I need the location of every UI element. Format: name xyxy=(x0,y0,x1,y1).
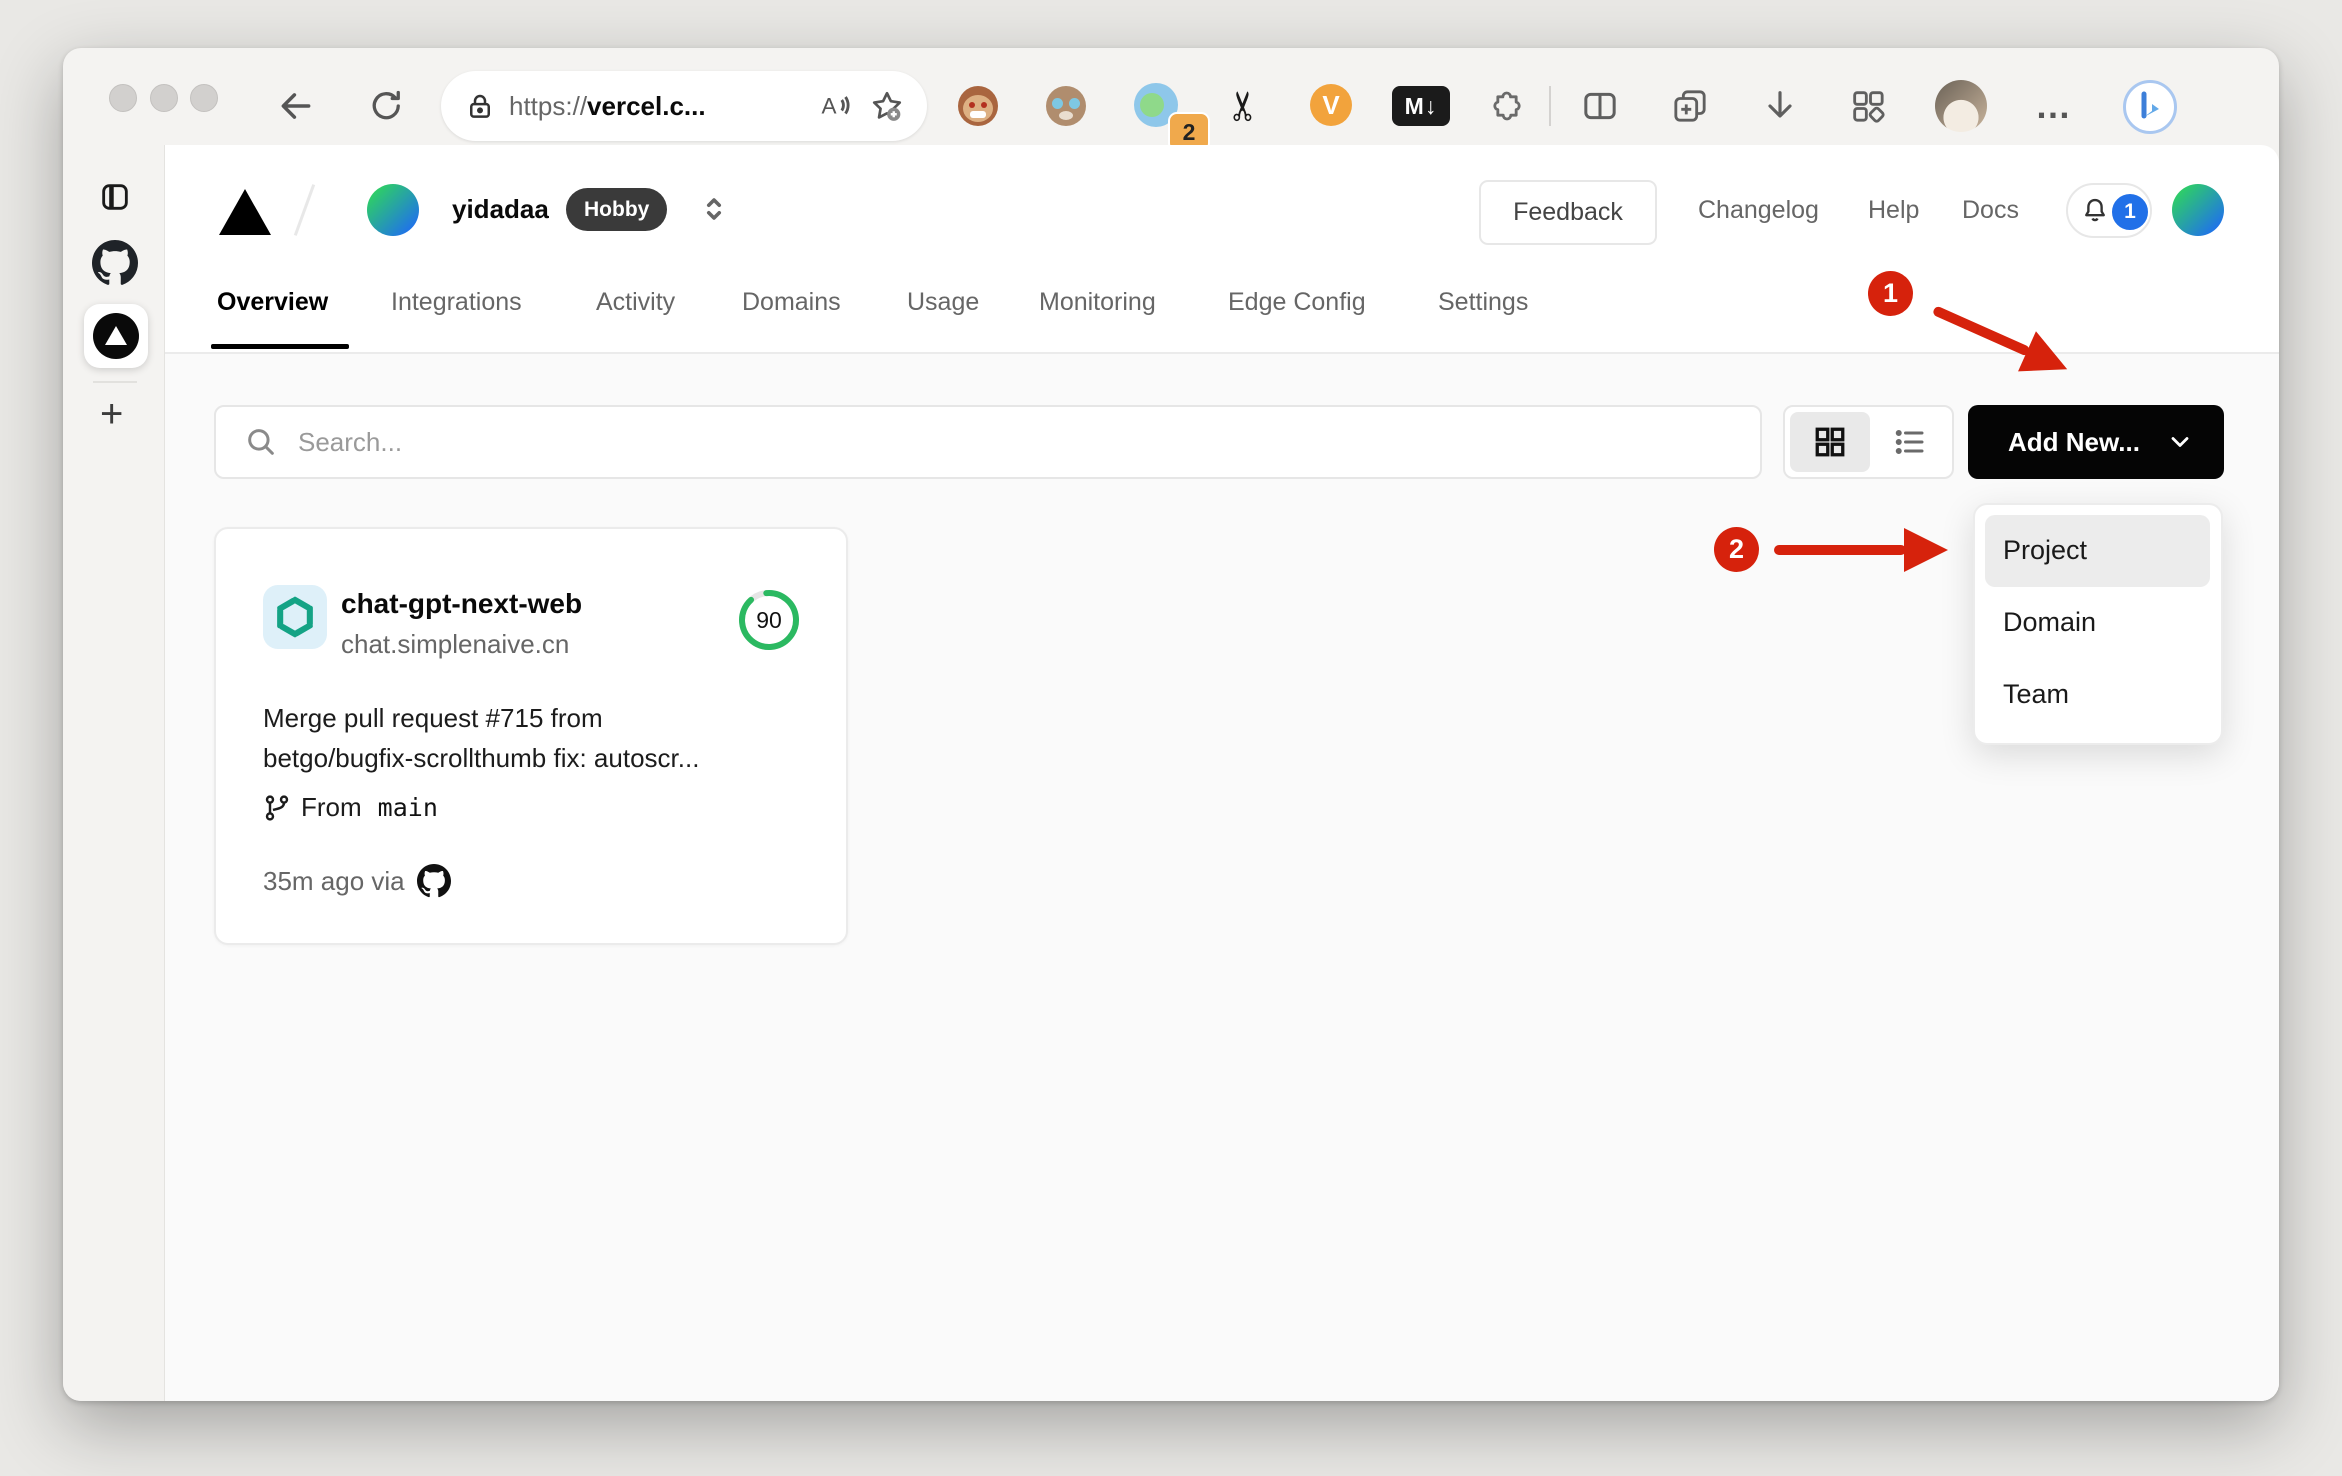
tab-settings[interactable]: Settings xyxy=(1438,288,1528,317)
grid-view-button[interactable] xyxy=(1790,412,1870,472)
apps-grid-icon[interactable] xyxy=(1848,86,1888,126)
annotation-step-1: 1 xyxy=(1868,271,1913,316)
tab-edge-config[interactable]: Edge Config xyxy=(1228,288,1366,317)
view-toggle xyxy=(1783,405,1954,479)
annotation-step-2: 2 xyxy=(1714,527,1759,572)
window-close-button[interactable] xyxy=(109,84,137,112)
grid-view-icon xyxy=(1815,427,1845,457)
bell-icon xyxy=(2085,198,2105,221)
chevron-down-icon xyxy=(2171,437,2189,447)
favorite-icon[interactable] xyxy=(869,88,905,124)
window-minimize-button[interactable] xyxy=(150,84,178,112)
extensions-puzzle-icon[interactable] xyxy=(1487,86,1527,126)
search-icon xyxy=(248,429,274,455)
dropdown-item-domain[interactable]: Domain xyxy=(2003,607,2096,638)
tab-monitoring[interactable]: Monitoring xyxy=(1039,288,1156,317)
url-text: https://vercel.c... xyxy=(509,91,706,122)
active-tab-indicator xyxy=(211,344,349,349)
window-zoom-button[interactable] xyxy=(190,84,218,112)
tab-activity[interactable]: Activity xyxy=(596,288,675,317)
user-avatar[interactable] xyxy=(2172,184,2224,236)
profile-avatar[interactable] xyxy=(1935,80,1987,132)
tab-integrations[interactable]: Integrations xyxy=(391,288,522,317)
nav-help[interactable]: Help xyxy=(1868,196,1919,225)
more-menu-icon[interactable]: … xyxy=(2024,80,2084,132)
markdownload-extension-icon[interactable]: M↓ xyxy=(1392,86,1450,126)
vercel-favicon xyxy=(93,313,139,359)
tab-overview[interactable]: Overview xyxy=(217,288,328,317)
commit-line-1: Merge pull request #715 from xyxy=(263,703,603,733)
dropdown-item-project[interactable]: Project xyxy=(2003,535,2087,566)
branch-name: main xyxy=(377,793,438,822)
svg-text:A: A xyxy=(822,94,837,119)
downloads-icon[interactable] xyxy=(1760,86,1800,126)
vercel-active-tab[interactable] xyxy=(84,304,148,368)
deployment-meta: 35m ago via xyxy=(263,864,451,898)
copilot-bing-icon[interactable] xyxy=(2123,80,2177,134)
nav-changelog[interactable]: Changelog xyxy=(1698,196,1819,225)
team-name[interactable]: yidadaa xyxy=(452,194,549,225)
header-divider xyxy=(165,352,2279,354)
toolbar-divider xyxy=(1549,86,1551,126)
url-host: vercel.c... xyxy=(587,90,706,121)
project-favicon xyxy=(263,585,327,649)
notification-count-badge: 1 xyxy=(2110,192,2150,232)
search-box[interactable] xyxy=(214,405,1762,479)
screenshot-stage: https://vercel.c... A 2 ✂ V M↓ … + yidad… xyxy=(0,0,2342,1476)
url-prefix: https:// xyxy=(509,90,588,121)
branch-prefix: From xyxy=(301,792,362,822)
team-avatar[interactable] xyxy=(367,184,419,236)
openai-logo-icon xyxy=(277,596,313,638)
split-screen-icon[interactable] xyxy=(1580,86,1620,126)
back-icon[interactable] xyxy=(277,87,315,125)
team-switcher-chevrons-icon[interactable] xyxy=(696,191,732,227)
video-extension-icon[interactable]: V xyxy=(1310,84,1352,126)
deployed-ago: 35m ago via xyxy=(263,865,405,896)
git-branch-icon xyxy=(265,794,289,821)
score-value: 90 xyxy=(756,606,782,633)
vercel-logo[interactable] xyxy=(219,189,271,235)
collections-add-icon[interactable] xyxy=(1670,86,1710,126)
search-input[interactable] xyxy=(296,425,1500,459)
branch-row: From main xyxy=(263,792,438,823)
sloth-extension-icon[interactable] xyxy=(1046,86,1086,126)
refresh-icon[interactable] xyxy=(366,88,402,124)
github-tab-icon[interactable] xyxy=(92,240,138,286)
list-view-button[interactable] xyxy=(1870,407,1950,477)
commit-message: Merge pull request #715 from betgo/bugfi… xyxy=(263,698,793,778)
tab-usage[interactable]: Usage xyxy=(907,288,979,317)
dropdown-item-team[interactable]: Team xyxy=(2003,679,2069,710)
nav-docs[interactable]: Docs xyxy=(1962,196,2019,225)
new-tab-button[interactable]: + xyxy=(100,394,123,434)
read-aloud-icon[interactable]: A xyxy=(817,88,853,124)
github-icon xyxy=(416,864,451,898)
add-new-label: Add New... xyxy=(2008,426,2140,457)
project-domain[interactable]: chat.simplenaive.cn xyxy=(341,629,569,660)
address-bar[interactable]: https://vercel.c... A xyxy=(441,71,927,141)
tampermonkey-extension-icon[interactable] xyxy=(958,86,998,126)
sidebar-divider xyxy=(93,381,137,383)
lock-icon xyxy=(465,91,495,121)
commit-line-2: betgo/bugfix-scrollthumb fix: autoscr... xyxy=(263,743,700,773)
score-ring[interactable]: 90 xyxy=(737,588,801,652)
scissors-extension-icon[interactable]: ✂ xyxy=(1220,84,1268,128)
tab-panel-icon[interactable] xyxy=(98,180,132,214)
plan-badge: Hobby xyxy=(566,188,668,231)
tab-domains[interactable]: Domains xyxy=(742,288,841,317)
feedback-button[interactable]: Feedback xyxy=(1479,180,1657,245)
project-name[interactable]: chat-gpt-next-web xyxy=(341,588,582,620)
add-new-button[interactable]: Add New... xyxy=(1968,405,2224,479)
list-view-icon xyxy=(1895,430,1924,454)
